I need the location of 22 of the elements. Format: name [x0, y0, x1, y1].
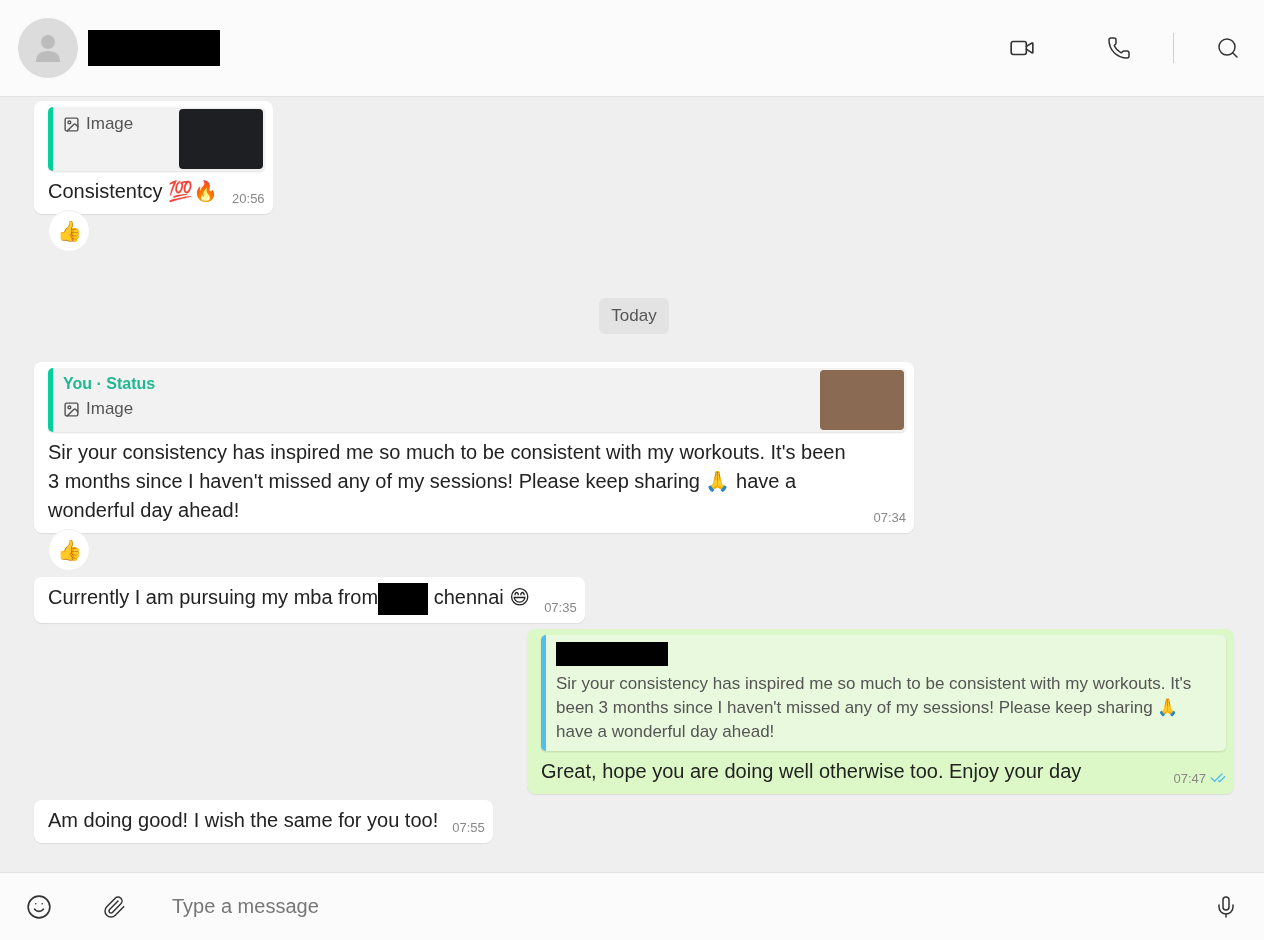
image-icon — [63, 400, 80, 418]
person-silhouette-icon — [35, 33, 61, 63]
quote-label: Image — [63, 114, 159, 134]
message-time: 07:34 — [873, 510, 906, 525]
message-text: Great, hope you are doing well otherwise too. Enjoy your day — [541, 759, 1082, 784]
message-text: Am doing good! I wish the same for you too! — [48, 808, 439, 833]
quote-author: You · Status — [63, 375, 157, 393]
message-text: Sir your consistency has inspired me so much to be consistent with my workouts. It's been 3 months since I haven't missed any of my sessions! Please keep sharing 🙏 have a wonderful day ahead! — [48, 440, 847, 523]
message-time: 07:47 — [1173, 770, 1226, 786]
message-time: 07:35 — [544, 600, 577, 615]
image-icon — [63, 115, 80, 133]
quote-label: Image — [63, 399, 800, 419]
redaction-block — [378, 583, 429, 615]
quoted-message[interactable]: Sir your consistency has inspired me so much to be consistent with my workouts. It's been 3 months since I haven't missed any of my sessions! Please keep sharing 🙏 have a wonderful day ahead! — [541, 635, 1226, 751]
date-chip: Today — [599, 298, 669, 334]
message-time: 07:55 — [452, 820, 485, 835]
message-text: Currently I am pursuing my mba from chennai 😄 — [48, 583, 531, 615]
message-time: 20:56 — [232, 191, 265, 206]
quoted-status[interactable]: You · Status Image — [48, 368, 906, 432]
quoted-status[interactable]: Image — [48, 107, 265, 171]
quote-text: Sir your consistency has inspired me so much to be consistent with my workouts. It's been 3 months since I haven't missed any of my sessions! Please keep sharing 🙏 have a wonderful day ahead! — [556, 673, 1193, 743]
message-text: Consistentcy 💯🔥 — [48, 179, 219, 204]
